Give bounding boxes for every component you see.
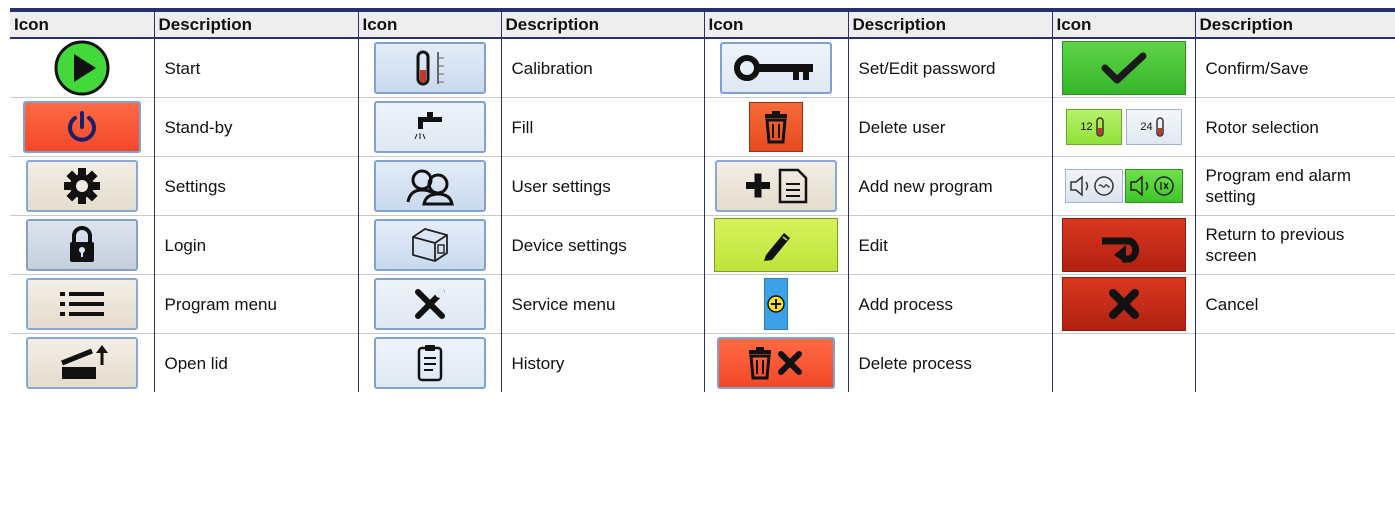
description-cell: Return to previous screen — [1194, 215, 1395, 275]
wrench-screwdriver-icon — [373, 278, 486, 330]
description-cell: Rotor selection — [1194, 97, 1395, 157]
icon-cell: 12 24 — [1051, 97, 1195, 157]
description-cell: Fill — [500, 97, 704, 157]
rotor-24-label: 24 — [1140, 121, 1153, 133]
icon-cell — [357, 215, 501, 275]
header-description: Description — [1194, 12, 1395, 39]
description-cell: Add new program — [847, 156, 1052, 216]
lock-icon — [25, 219, 138, 271]
description-cell: Confirm/Save — [1194, 37, 1395, 98]
description-cell: Service menu — [500, 274, 704, 334]
table-row: Open lid History Delete process — [10, 333, 1395, 392]
description-cell: Open lid — [153, 333, 358, 392]
header-icon: Icon — [703, 12, 848, 39]
description-cell: Edit — [847, 215, 1052, 275]
header-description: Description — [500, 12, 704, 39]
icon-cell — [1051, 37, 1195, 98]
description-cell: Program end alarm setting — [1194, 156, 1395, 216]
table-row: Login Device settings Edit Return to pre… — [10, 215, 1395, 275]
alarm-continuous-option — [1064, 169, 1123, 203]
rotor-12-label: 12 — [1080, 121, 1093, 133]
rotor-24-button: 24 — [1125, 109, 1182, 145]
icon-cell — [357, 333, 501, 392]
icon-cell — [703, 97, 848, 157]
open-lid-icon — [25, 337, 138, 389]
icon-cell — [703, 333, 848, 392]
icon-cell — [357, 37, 501, 98]
description-cell: Set/Edit password — [847, 37, 1052, 98]
icon-cell — [10, 215, 154, 275]
table-row: Stand-by Fill Delete user 12 24 Rotor se… — [10, 97, 1395, 157]
description-cell: Stand-by — [153, 97, 358, 157]
icon-cell — [10, 333, 154, 392]
description-cell: Add process — [847, 274, 1052, 334]
trash-x-icon — [717, 337, 835, 389]
description-cell: Start — [153, 37, 358, 98]
header-row: Icon Description Icon Description Icon D… — [10, 12, 1395, 39]
power-icon — [22, 101, 141, 153]
description-cell — [1194, 333, 1395, 392]
header-icon: Icon — [357, 12, 501, 39]
alarm-setting-icon — [1064, 169, 1183, 203]
table-row: Settings User settings Add new program P… — [10, 156, 1395, 216]
header-description: Description — [847, 12, 1052, 39]
x-icon — [1061, 277, 1186, 331]
plus-circle-icon — [764, 278, 788, 330]
icon-cell — [1051, 215, 1195, 275]
start-play-icon — [52, 40, 112, 96]
icon-cell — [357, 274, 501, 334]
icon-cell — [357, 156, 501, 216]
table-row: Program menu Service menu Add process Ca… — [10, 274, 1395, 334]
icon-cell — [10, 37, 154, 98]
icon-cell — [10, 274, 154, 334]
icon-cell — [10, 97, 154, 157]
rotor-selection-icon: 12 24 — [1065, 109, 1182, 145]
description-cell: Login — [153, 215, 358, 275]
list-menu-icon — [25, 278, 138, 330]
description-cell: History — [500, 333, 704, 392]
icon-cell — [1051, 333, 1195, 392]
alarm-once-option — [1124, 169, 1183, 203]
icon-cell — [703, 156, 848, 216]
icon-cell — [10, 156, 154, 216]
icon-cell — [703, 274, 848, 334]
clipboard-icon — [373, 337, 486, 389]
table-row: Start Calibration Set/Edit password Conf… — [10, 37, 1395, 98]
icon-cell — [357, 97, 501, 157]
icon-cell — [703, 215, 848, 275]
header-icon: Icon — [10, 12, 154, 39]
key-icon — [720, 42, 832, 94]
header-description: Description — [153, 12, 358, 39]
users-icon — [373, 160, 486, 212]
rotor-12-button: 12 — [1065, 109, 1122, 145]
device-icon — [373, 219, 486, 271]
header-icon: Icon — [1051, 12, 1195, 39]
icon-cell — [1051, 274, 1195, 334]
return-arrow-icon — [1061, 218, 1186, 272]
faucet-icon — [373, 101, 486, 153]
description-cell: Delete process — [847, 333, 1052, 392]
gear-icon — [25, 160, 138, 212]
description-cell: Cancel — [1194, 274, 1395, 334]
add-document-icon — [715, 160, 837, 212]
icon-reference-table: Icon Description Icon Description Icon D… — [10, 12, 1395, 392]
icon-cell — [703, 37, 848, 98]
description-cell: Program menu — [153, 274, 358, 334]
description-cell: Settings — [153, 156, 358, 216]
calibration-icon — [373, 42, 486, 94]
description-cell: Calibration — [500, 37, 704, 98]
icon-cell — [1051, 156, 1195, 216]
description-cell: Delete user — [847, 97, 1052, 157]
pencil-icon — [714, 218, 838, 272]
checkmark-icon — [1061, 41, 1186, 95]
trash-icon — [749, 102, 803, 152]
description-cell: Device settings — [500, 215, 704, 275]
description-cell: User settings — [500, 156, 704, 216]
